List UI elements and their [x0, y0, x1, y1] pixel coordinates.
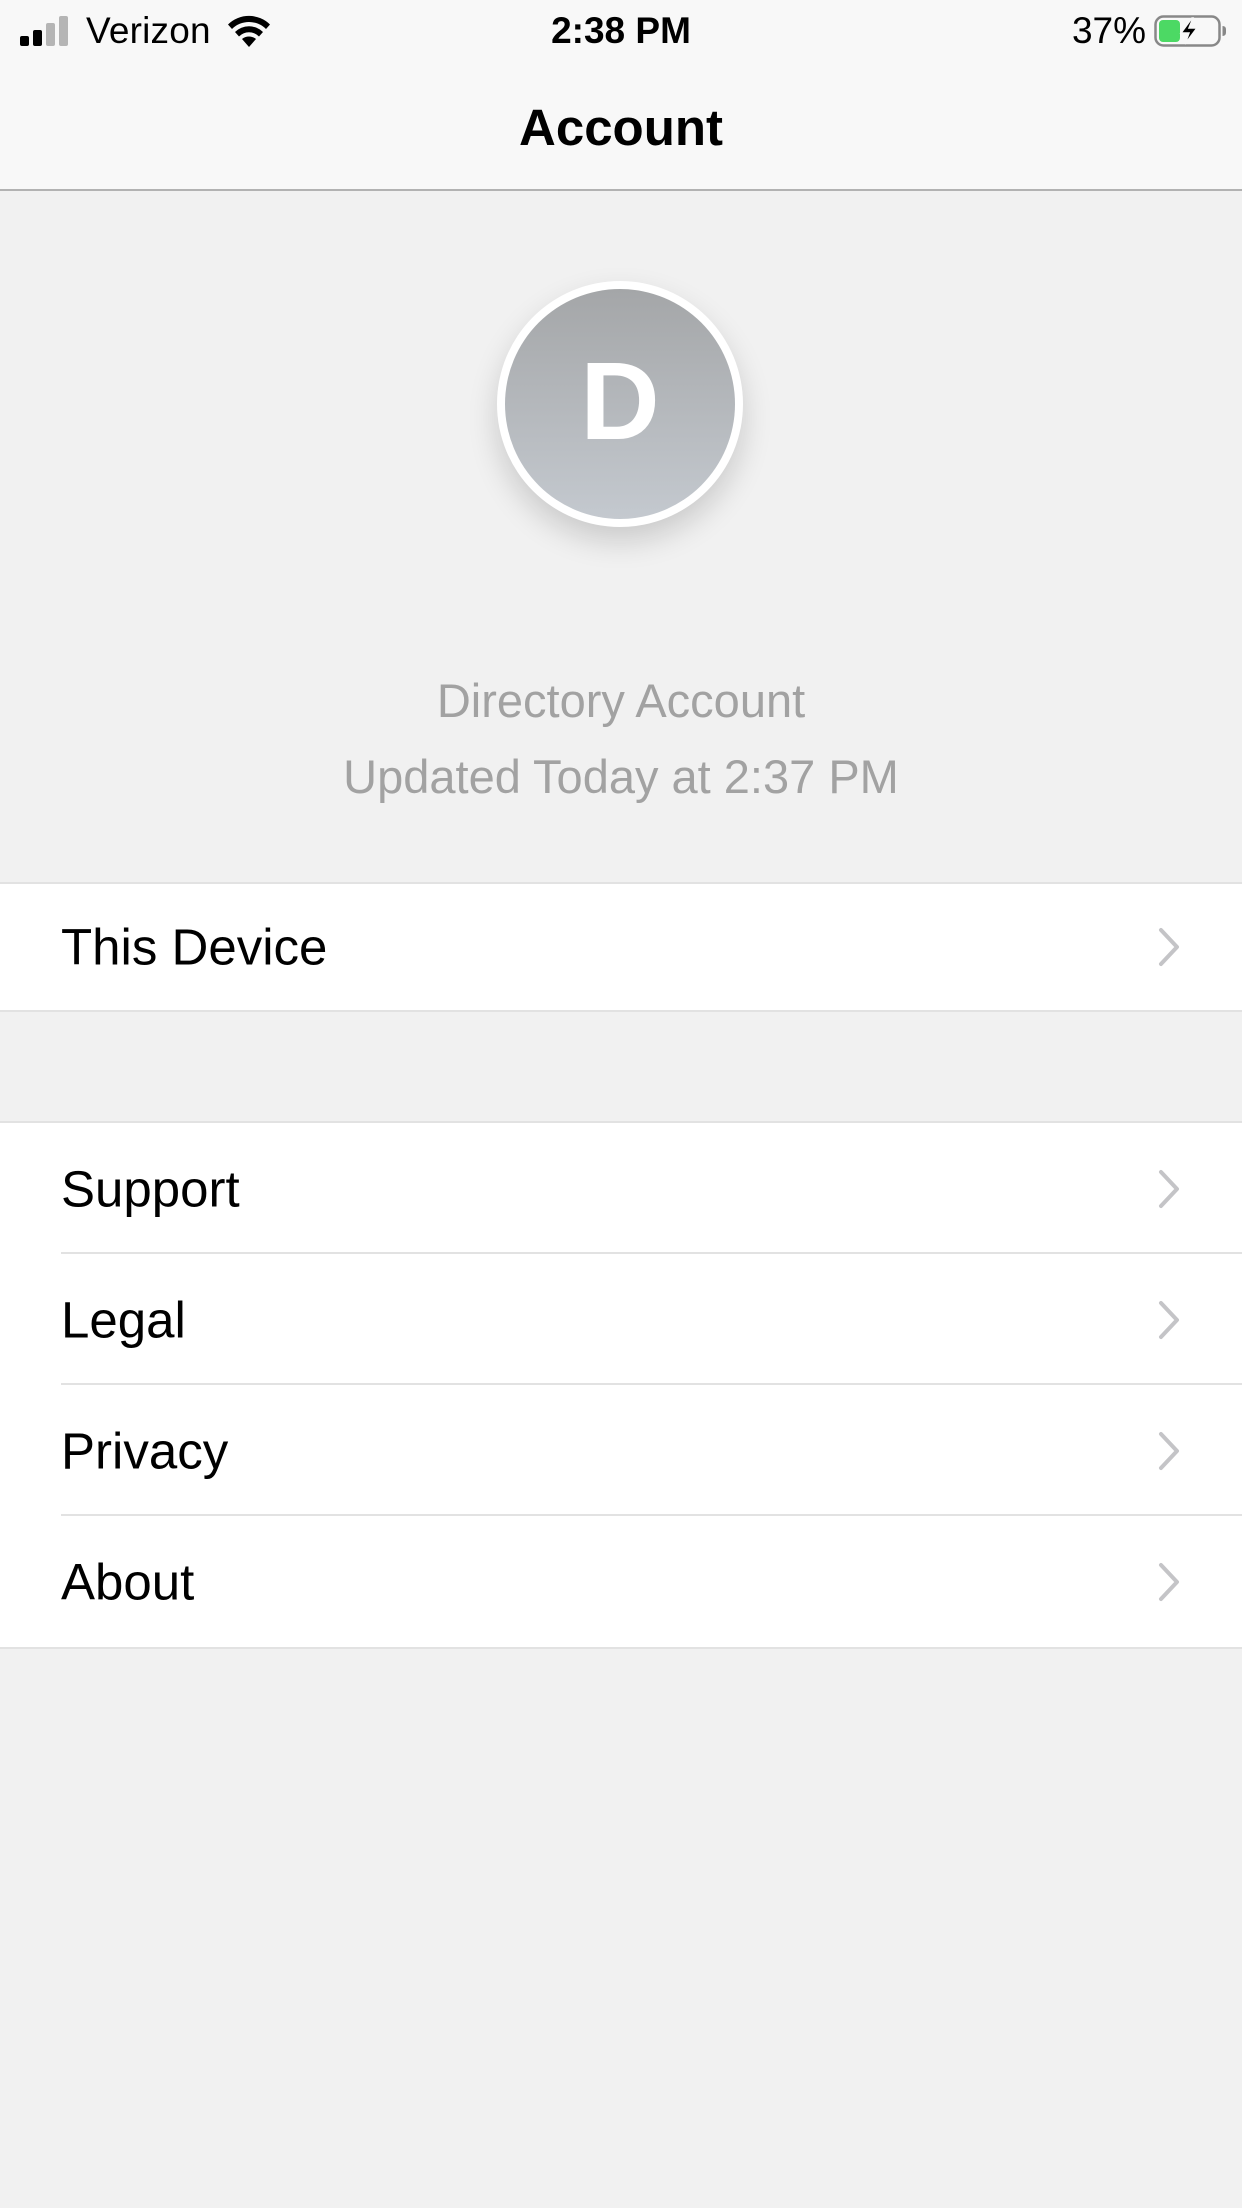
status-right: 37% [1072, 10, 1228, 52]
avatar: D [497, 281, 743, 527]
page-title: Account [519, 99, 723, 156]
account-updated-time: Updated Today at 2:37 PM [343, 750, 899, 803]
row-label: About [61, 1553, 195, 1610]
battery-fill [1159, 20, 1180, 42]
avatar-initial: D [580, 340, 660, 463]
navigation-bar: Account [0, 62, 1242, 191]
row-support[interactable]: Support [0, 1123, 1242, 1254]
battery-icon [1154, 15, 1226, 47]
settings-group-info: Support Legal Privacy About [0, 1121, 1242, 1649]
status-bar: Verizon 2:38 PM 37% [0, 0, 1242, 62]
row-about[interactable]: About [0, 1516, 1242, 1647]
battery-percent: 37% [1071, 10, 1146, 51]
row-label: This Device [61, 918, 328, 976]
status-time: 2:38 PM [551, 10, 691, 51]
chevron-right-icon [1159, 1169, 1179, 1208]
row-legal[interactable]: Legal [0, 1254, 1242, 1385]
settings-group-device: This Device [0, 882, 1242, 1012]
chevron-right-icon [1159, 928, 1179, 966]
row-this-device[interactable]: This Device [0, 884, 1242, 1010]
row-label: Support [61, 1160, 240, 1217]
account-name: Directory Account [436, 674, 806, 727]
row-label: Privacy [61, 1422, 229, 1479]
chevron-right-icon [1159, 1562, 1179, 1601]
row-label: Legal [61, 1291, 186, 1348]
avatar-circle: D [505, 289, 735, 519]
chevron-right-icon [1159, 1300, 1179, 1339]
chevron-right-icon [1159, 1431, 1179, 1470]
row-privacy[interactable]: Privacy [0, 1385, 1242, 1516]
